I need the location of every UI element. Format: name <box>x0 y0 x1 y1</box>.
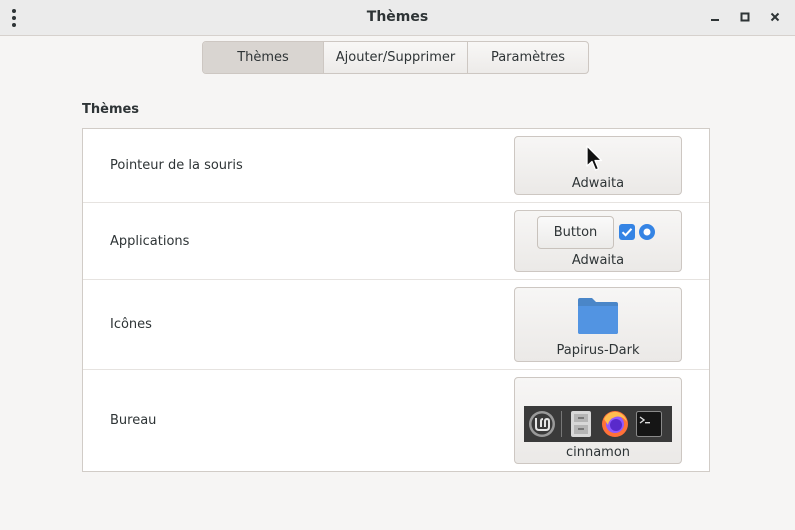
row-label-mouse-pointer: Pointeur de la souris <box>110 158 243 173</box>
icons-theme-name: Papirus-Dark <box>556 343 640 358</box>
tab-settings[interactable]: Paramètres <box>468 42 588 73</box>
preview-button: Button <box>537 216 614 249</box>
row-applications: Applications Button Adwaita <box>83 203 709 280</box>
checkbox-checked-icon <box>619 224 635 240</box>
row-icons: Icônes Papirus-Dark <box>83 280 709 370</box>
row-label-desktop: Bureau <box>110 413 157 428</box>
close-icon[interactable] <box>763 6 787 28</box>
window-title: Thèmes <box>366 9 429 25</box>
radio-selected-icon <box>639 224 655 240</box>
cursor-arrow-icon <box>586 145 603 171</box>
row-label-icons: Icônes <box>110 317 152 332</box>
theme-list: Pointeur de la souris Adwaita Applicatio… <box>82 128 710 472</box>
title-bar: Thèmes <box>0 0 795 36</box>
terminal-icon <box>632 407 666 441</box>
themes-window: Thèmes Thèmes Ajouter/Supprimer Paramètr… <box>0 0 795 530</box>
row-desktop: Bureau cinnamon <box>83 370 709 472</box>
tab-themes[interactable]: Thèmes <box>203 42 324 73</box>
file-manager-icon <box>564 407 598 441</box>
panel-preview <box>524 406 672 442</box>
maximize-icon[interactable] <box>733 6 757 28</box>
window-controls <box>703 6 787 28</box>
applications-theme-name: Adwaita <box>571 253 625 268</box>
minimize-icon[interactable] <box>703 6 727 28</box>
tab-add-remove[interactable]: Ajouter/Supprimer <box>324 42 468 73</box>
applications-theme-button[interactable]: Button Adwaita <box>514 210 682 272</box>
icons-theme-button[interactable]: Papirus-Dark <box>514 287 682 362</box>
mouse-pointer-theme-name: Adwaita <box>571 176 625 191</box>
panel-separator <box>561 411 562 437</box>
desktop-theme-button[interactable]: cinnamon <box>514 377 682 464</box>
mint-menu-icon <box>525 407 559 441</box>
section-title: Thèmes <box>82 102 140 117</box>
mouse-pointer-theme-button[interactable]: Adwaita <box>514 136 682 195</box>
tab-bar: Thèmes Ajouter/Supprimer Paramètres <box>202 41 589 74</box>
folder-icon <box>578 298 618 334</box>
row-label-applications: Applications <box>110 234 190 249</box>
firefox-icon <box>598 407 632 441</box>
desktop-theme-name: cinnamon <box>565 445 631 460</box>
row-mouse-pointer: Pointeur de la souris Adwaita <box>83 129 709 203</box>
